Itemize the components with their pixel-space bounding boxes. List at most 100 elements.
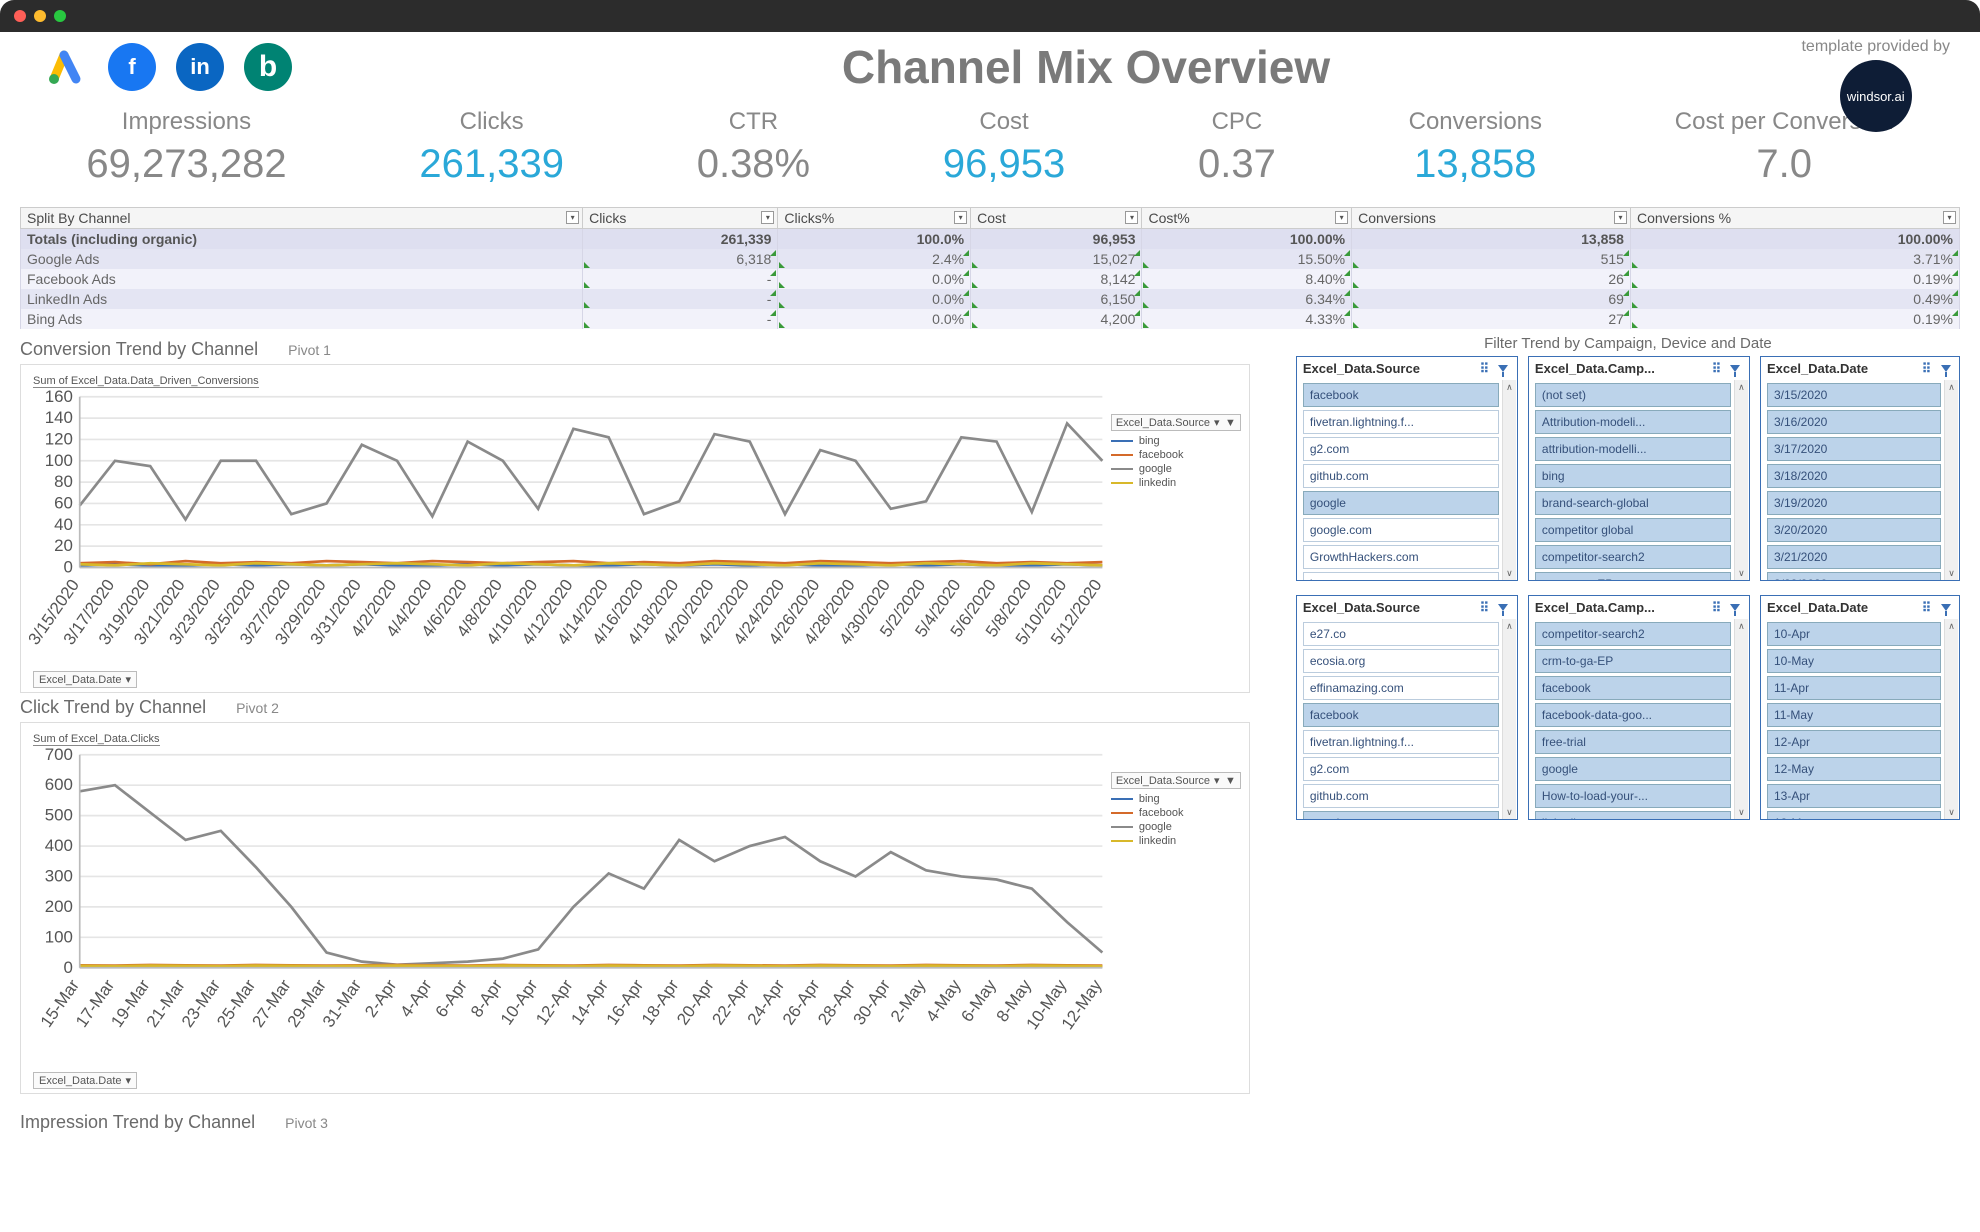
legend-item[interactable]: google [1111,463,1241,475]
table-header[interactable]: Conversions▾ [1352,208,1631,229]
maximize-window-icon[interactable] [54,10,66,22]
slicer-option[interactable]: google [1535,757,1731,781]
slicer-option[interactable]: attribution-modelli... [1535,437,1731,461]
slicer-option[interactable]: Attribution-modeli... [1535,410,1731,434]
table-row[interactable]: Bing Ads -0.0% 4,2004.33% 270.19% [21,309,1960,329]
slicer[interactable]: Excel_Data.Date ⠿ 3/15/20203/16/20203/17… [1760,356,1960,581]
slicer-option[interactable]: google [1303,491,1499,515]
slicer-option[interactable]: 11-May [1767,703,1941,727]
scroll-down-icon[interactable]: ∨ [1945,566,1958,580]
slicer-option[interactable]: GrowthHackers.com [1303,545,1499,569]
table-row[interactable]: Google Ads 6,3182.4% 15,02715.50% 5153.7… [21,249,1960,269]
clear-filter-icon[interactable] [1496,601,1511,614]
slicer-option[interactable]: hexometer.com [1303,572,1499,580]
slicer-option[interactable]: competitor-search2 [1535,545,1731,569]
slicer-option[interactable]: 3/20/2020 [1767,518,1941,542]
slicer-option[interactable]: facebook [1535,676,1731,700]
table-header[interactable]: Cost▾ [971,208,1142,229]
table-row[interactable]: Facebook Ads -0.0% 8,1428.40% 260.19% [21,269,1960,289]
scroll-up-icon[interactable]: ∧ [1735,380,1748,394]
close-window-icon[interactable] [14,10,26,22]
scroll-down-icon[interactable]: ∨ [1945,805,1958,819]
table-header[interactable]: Clicks▾ [583,208,778,229]
slicer[interactable]: Excel_Data.Source ⠿ e27.coecosia.orgeffi… [1296,595,1518,820]
slicer-option[interactable]: g2.com [1303,757,1499,781]
table-header[interactable]: Split By Channel▾ [21,208,583,229]
chart-date-filter[interactable]: Excel_Data.Date ▾ [33,1072,137,1089]
slicer-option[interactable]: (not set) [1535,383,1731,407]
slicer-option[interactable]: crm-to-ga-EP [1535,649,1731,673]
dropdown-icon[interactable]: ▾ [1335,211,1348,224]
clear-filter-icon[interactable] [1728,362,1743,375]
scroll-up-icon[interactable]: ∧ [1503,619,1516,633]
slicer-option[interactable]: 13-Apr [1767,784,1941,808]
multiselect-icon[interactable]: ⠿ [1919,362,1934,375]
slicer-option[interactable]: 13-May [1767,811,1941,819]
chart-date-filter[interactable]: Excel_Data.Date ▾ [33,671,137,688]
legend-item[interactable]: linkedin [1111,477,1241,489]
scroll-up-icon[interactable]: ∧ [1735,619,1748,633]
slicer-option[interactable]: competitor-search2 [1535,622,1731,646]
slicer-option[interactable]: google.com [1303,518,1499,542]
conversion-trend-chart[interactable]: Sum of Excel_Data.Data_Driven_Conversion… [20,364,1250,693]
slicer-option[interactable]: fivetran.lightning.f... [1303,410,1499,434]
legend-item[interactable]: linkedin [1111,835,1241,847]
slicer[interactable]: Excel_Data.Date ⠿ 10-Apr10-May11-Apr11-M… [1760,595,1960,820]
slicer-option[interactable]: crm-to-ga-EP [1535,572,1731,580]
scrollbar[interactable]: ∧ ∨ [1502,380,1516,580]
slicer-option[interactable]: 10-May [1767,649,1941,673]
slicer-option[interactable]: github.com [1303,464,1499,488]
slicer-option[interactable]: facebook [1303,703,1499,727]
legend-item[interactable]: facebook [1111,807,1241,819]
scroll-up-icon[interactable]: ∧ [1945,619,1958,633]
slicer[interactable]: Excel_Data.Camp... ⠿ (not set)Attributio… [1528,356,1750,581]
slicer-option[interactable]: 11-Apr [1767,676,1941,700]
slicer-option[interactable]: 12-May [1767,757,1941,781]
legend-item[interactable]: bing [1111,793,1241,805]
slicer-option[interactable]: 3/22/2020 [1767,572,1941,580]
slicer-option[interactable]: e27.co [1303,622,1499,646]
scrollbar[interactable]: ∧ ∨ [1944,619,1958,819]
click-trend-chart[interactable]: Sum of Excel_Data.Clicks 010020030040050… [20,722,1250,1094]
legend-item[interactable]: facebook [1111,449,1241,461]
scroll-down-icon[interactable]: ∨ [1735,566,1748,580]
dropdown-icon[interactable]: ▾ [761,211,774,224]
scroll-down-icon[interactable]: ∨ [1503,566,1516,580]
slicer[interactable]: Excel_Data.Source ⠿ facebookfivetran.lig… [1296,356,1518,581]
table-row[interactable]: LinkedIn Ads -0.0% 6,1506.34% 690.49% [21,289,1960,309]
slicer-option[interactable]: 3/21/2020 [1767,545,1941,569]
dropdown-icon[interactable]: ▾ [566,211,579,224]
table-header[interactable]: Clicks%▾ [778,208,971,229]
multiselect-icon[interactable]: ⠿ [1709,601,1724,614]
slicer-option[interactable]: 3/19/2020 [1767,491,1941,515]
table-header[interactable]: Cost%▾ [1142,208,1352,229]
dropdown-icon[interactable]: ▾ [1943,211,1956,224]
scroll-up-icon[interactable]: ∧ [1945,380,1958,394]
dropdown-icon[interactable]: ▾ [1125,211,1138,224]
multiselect-icon[interactable]: ⠿ [1709,362,1724,375]
slicer-option[interactable]: competitor global [1535,518,1731,542]
legend-header[interactable]: Excel_Data.Source ▾▼ [1111,414,1241,431]
slicer-option[interactable]: 12-Apr [1767,730,1941,754]
slicer-option[interactable]: facebook [1303,383,1499,407]
slicer-option[interactable]: 10-Apr [1767,622,1941,646]
scrollbar[interactable]: ∧ ∨ [1734,380,1748,580]
slicer-option[interactable]: free-trial [1535,730,1731,754]
scrollbar[interactable]: ∧ ∨ [1944,380,1958,580]
scroll-up-icon[interactable]: ∧ [1503,380,1516,394]
legend-item[interactable]: bing [1111,435,1241,447]
minimize-window-icon[interactable] [34,10,46,22]
slicer-option[interactable]: github.com [1303,784,1499,808]
clear-filter-icon[interactable] [1496,362,1511,375]
slicer-option[interactable]: 3/18/2020 [1767,464,1941,488]
legend-item[interactable]: google [1111,821,1241,833]
scrollbar[interactable]: ∧ ∨ [1734,619,1748,819]
table-header[interactable]: Conversions %▾ [1630,208,1959,229]
slicer-option[interactable]: ecosia.org [1303,649,1499,673]
slicer-option[interactable]: brand-search-global [1535,491,1731,515]
multiselect-icon[interactable]: ⠿ [1477,601,1492,614]
table-row[interactable]: Totals (including organic) 261,339100.0%… [21,229,1960,250]
slicer-option[interactable]: linkedin [1535,811,1731,819]
slicer-option[interactable]: google [1303,811,1499,819]
slicer[interactable]: Excel_Data.Camp... ⠿ competitor-search2c… [1528,595,1750,820]
